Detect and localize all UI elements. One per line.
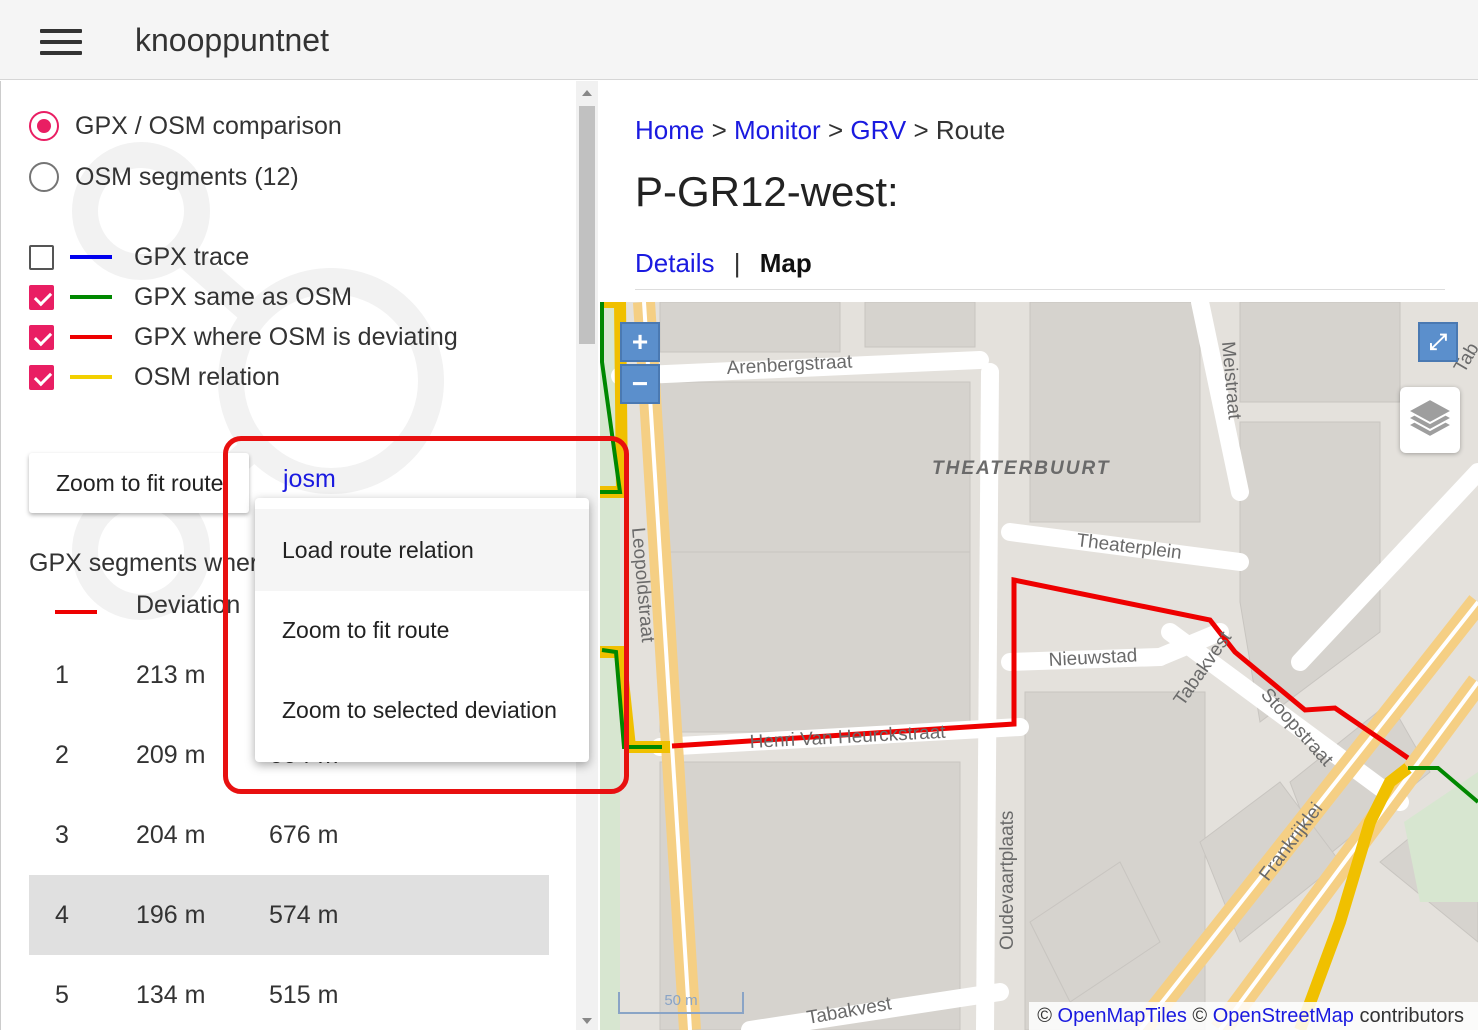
josm-dropdown-menu: Load route relation Zoom to fit route Zo… [255,498,589,762]
top-toolbar: knooppuntnet [0,0,1478,80]
map-attribution: © OpenMapTiles © OpenStreetMap contribut… [1029,1002,1478,1030]
segment-length: 574 m [269,901,339,929]
street-label: Oudevaartplaats [997,811,1018,950]
menu-item-load-route-relation[interactable]: Load route relation [255,509,589,591]
legend-line-blue-icon [70,255,112,259]
page-title: P-GR12-west: [635,168,899,215]
fullscreen-icon[interactable]: ⤢ [1418,322,1458,362]
checkbox-checked[interactable] [29,364,54,390]
table-row-selected[interactable]: 4 196 m 574 m [29,875,549,955]
menu-item-zoom-to-fit-route[interactable]: Zoom to fit route [255,589,589,671]
checkbox[interactable] [29,244,54,270]
route-map[interactable]: Arenbergstraat THEATERBUURT Theaterplein… [600,302,1478,1030]
layer-label: GPX trace [134,242,250,271]
menu-item-zoom-to-selected-deviation[interactable]: Zoom to selected deviation [255,669,589,751]
radio-osm-segments[interactable]: OSM segments (12) [29,159,299,195]
breadcrumb-current: Route [935,115,1006,145]
josm-menu-link[interactable]: josm [283,465,336,494]
segment-index: 5 [55,981,69,1009]
layer-toggle-gpx-deviating[interactable]: GPX where OSM is deviating [29,319,458,355]
deviation-column-header: Deviation [136,591,241,619]
table-row[interactable]: 3 204 m 676 m [29,795,549,875]
map-scale: 50 m [618,992,744,1014]
tabs-divider [635,289,1445,290]
segment-deviation: 196 m [136,901,206,929]
scroll-up-icon[interactable] [582,90,592,96]
layer-toggle-gpx-trace[interactable]: GPX trace [29,239,249,275]
layer-label: OSM relation [134,362,280,391]
segment-deviation: 204 m [136,821,206,849]
breadcrumb-separator: > [913,115,929,145]
breadcrumb-separator: > [827,115,844,145]
breadcrumb-monitor-link[interactable]: Monitor [734,115,821,145]
radio-label: GPX / OSM comparison [75,111,342,140]
tab-separator: | [733,248,741,278]
legend-line-yellow-icon [70,375,112,379]
scrollbar-thumb[interactable] [579,106,595,344]
segment-deviation: 134 m [136,981,206,1009]
contributors-text: contributors [1359,1005,1465,1027]
segment-length: 676 m [269,821,339,849]
openstreetmap-link[interactable]: OpenStreetMap [1213,1005,1354,1027]
radio-selected-icon[interactable] [29,111,59,141]
openmaptiles-link[interactable]: OpenMapTiles [1058,1005,1187,1027]
copyright-symbol: © [1037,1005,1052,1027]
layer-label: GPX where OSM is deviating [134,322,458,351]
segment-deviation: 213 m [136,661,206,689]
menu-icon[interactable] [40,27,82,57]
breadcrumb-home-link[interactable]: Home [635,115,704,145]
zoom-to-fit-route-button[interactable]: Zoom to fit route [29,453,249,513]
table-row[interactable]: 5 134 m 515 m [29,955,549,1030]
legend-line-green-icon [70,295,112,299]
layers-icon[interactable] [1400,387,1460,453]
tab-map[interactable]: Map [760,248,812,278]
segment-index: 2 [55,741,69,769]
segment-index: 1 [55,661,69,689]
breadcrumb-separator: > [711,115,727,145]
copyright-symbol: © [1192,1005,1208,1027]
radio-gpx-osm-comparison[interactable]: GPX / OSM comparison [29,108,342,144]
checkbox-checked[interactable] [29,324,54,350]
map-canvas[interactable]: Arenbergstraat THEATERBUURT Theaterplein… [600,302,1478,1030]
layer-toggle-gpx-same-as-osm[interactable]: GPX same as OSM [29,279,352,315]
app-title[interactable]: knooppuntnet [135,22,329,59]
page-tabs: Details | Map [635,248,812,279]
tab-details[interactable]: Details [635,248,714,278]
scroll-down-icon[interactable] [582,1018,592,1024]
legend-line-red-icon [55,610,97,614]
segment-index: 4 [55,901,69,929]
segment-deviation: 209 m [136,741,206,769]
district-label: THEATERBUURT [932,458,1110,479]
radio-unselected-icon[interactable] [29,162,59,192]
breadcrumb-group-link[interactable]: GRV [850,115,906,145]
breadcrumb: Home > Monitor > GRV > Route [635,115,1005,146]
segment-length: 515 m [269,981,339,1009]
layer-toggle-osm-relation[interactable]: OSM relation [29,359,280,395]
checkbox-checked[interactable] [29,284,54,310]
segment-index: 3 [55,821,69,849]
radio-label: OSM segments (12) [75,162,299,191]
zoom-out-button[interactable]: − [620,364,660,404]
legend-line-red-icon [70,335,112,339]
zoom-in-button[interactable]: + [620,322,660,362]
layer-label: GPX same as OSM [134,282,353,311]
